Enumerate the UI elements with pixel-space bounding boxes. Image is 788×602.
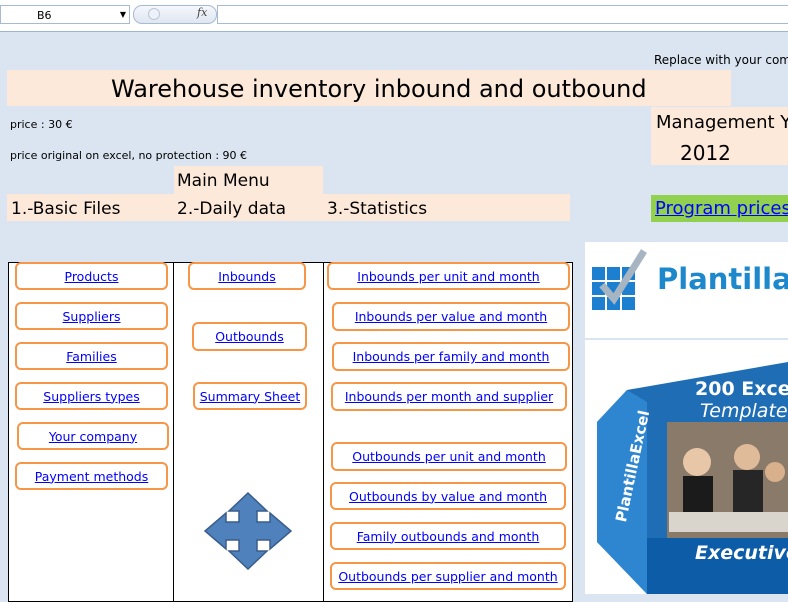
payment-methods-button[interactable]: Payment methods xyxy=(15,462,168,490)
formula-input[interactable] xyxy=(217,5,788,24)
move-arrows-icon xyxy=(204,492,292,570)
replace-note: Replace with your com xyxy=(654,53,788,67)
ad-line-2: Template xyxy=(700,400,788,422)
inbounds-unit-month-button[interactable]: Inbounds per unit and month xyxy=(327,262,570,290)
page-title: Warehouse inventory inbound and outbound xyxy=(111,75,647,103)
inbounds-month-supplier-button[interactable]: Inbounds per month and supplier xyxy=(331,382,567,411)
products-button[interactable]: Products xyxy=(15,262,168,290)
category-daily-data: 2.-Daily data xyxy=(177,199,287,219)
outbounds-button[interactable]: Outbounds xyxy=(192,322,307,351)
outbounds-unit-month-button[interactable]: Outbounds per unit and month xyxy=(331,442,567,471)
price-text: price : 30 € xyxy=(10,118,73,131)
summary-sheet-button[interactable]: Summary Sheet xyxy=(193,382,307,410)
inbounds-value-month-button[interactable]: Inbounds per value and month xyxy=(332,302,570,331)
resize-handle-icon[interactable] xyxy=(148,8,160,20)
plantilla-brand: PlantillaE xyxy=(657,262,788,296)
program-prices-link[interactable]: Program prices xyxy=(655,198,788,219)
ad-line-1: 200 Excel xyxy=(695,378,788,400)
ad-line-3: Executive xyxy=(695,542,788,564)
management-year-label: Management Ye xyxy=(656,112,788,133)
outbounds-value-month-button[interactable]: Outbounds by value and month xyxy=(330,482,566,510)
column-divider xyxy=(173,262,174,602)
outbounds-supplier-month-button[interactable]: Outbounds per supplier and month xyxy=(330,562,566,590)
family-outbounds-month-button[interactable]: Family outbounds and month xyxy=(330,522,566,550)
category-statistics: 3.-Statistics xyxy=(327,199,428,219)
main-menu-label: Main Menu xyxy=(177,171,270,191)
management-year-value[interactable]: 2012 xyxy=(680,141,731,165)
price-original-text: price original on excel, no protection :… xyxy=(10,149,248,162)
suppliers-types-button[interactable]: Suppliers types xyxy=(15,382,168,410)
inbounds-family-month-button[interactable]: Inbounds per family and month xyxy=(332,342,570,371)
category-basic-files: 1.-Basic Files xyxy=(11,199,121,219)
chevron-down-icon[interactable]: ▼ xyxy=(117,5,129,24)
suppliers-button[interactable]: Suppliers xyxy=(15,302,168,330)
inbounds-button[interactable]: Inbounds xyxy=(188,262,306,290)
families-button[interactable]: Families xyxy=(15,342,168,370)
column-divider xyxy=(323,262,324,602)
logo-icon xyxy=(592,249,647,310)
name-box[interactable]: B6 xyxy=(0,5,130,24)
your-company-button[interactable]: Your company xyxy=(17,422,169,450)
insert-function-icon[interactable]: fx xyxy=(197,6,207,19)
